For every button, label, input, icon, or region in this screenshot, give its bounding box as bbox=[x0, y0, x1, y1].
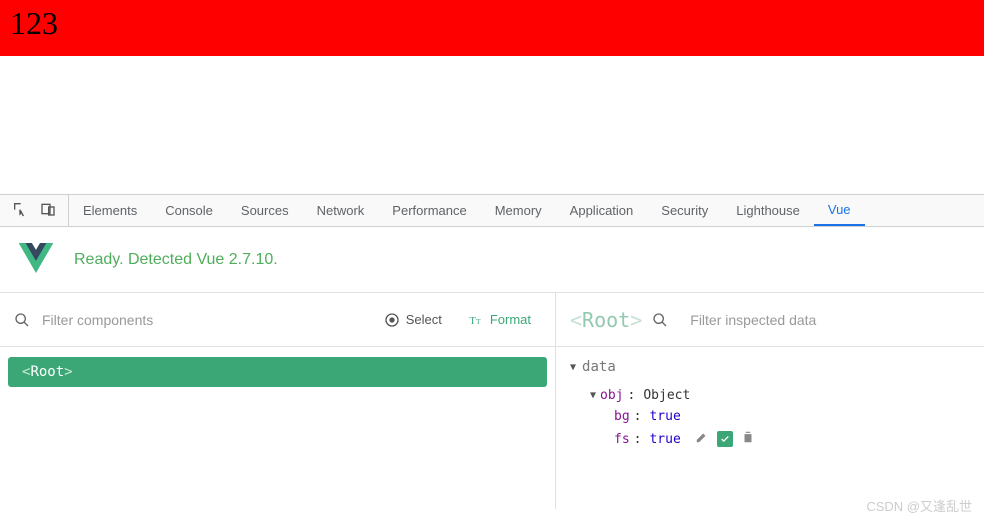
tab-vue[interactable]: Vue bbox=[814, 195, 865, 226]
inspect-icon[interactable] bbox=[12, 201, 28, 220]
select-label: Select bbox=[406, 312, 442, 327]
tab-sources[interactable]: Sources bbox=[227, 195, 303, 226]
devtools-tab-bar: Elements Console Sources Network Perform… bbox=[0, 195, 984, 227]
format-button[interactable]: TT Format bbox=[458, 308, 541, 332]
inspector-toolbar: <Root> bbox=[556, 293, 984, 347]
svg-text:T: T bbox=[476, 317, 481, 326]
page-render: 123 bbox=[0, 0, 984, 56]
tab-lighthouse[interactable]: Lighthouse bbox=[722, 195, 814, 226]
filter-components-input[interactable] bbox=[42, 312, 374, 328]
app-content: 123 bbox=[10, 5, 58, 41]
tab-console[interactable]: Console bbox=[151, 195, 227, 226]
tab-security[interactable]: Security bbox=[647, 195, 722, 226]
data-section: ▼ data ▼ obj: Object bg: true fs: true bbox=[556, 347, 984, 463]
tab-elements[interactable]: Elements bbox=[69, 195, 151, 226]
svg-text:T: T bbox=[469, 316, 476, 327]
devtools-panel: Elements Console Sources Network Perform… bbox=[0, 194, 984, 509]
check-icon[interactable] bbox=[717, 431, 733, 447]
data-row-bg[interactable]: bg: true bbox=[570, 406, 970, 427]
search-icon bbox=[652, 312, 668, 328]
component-tree: <Root> bbox=[0, 347, 555, 397]
tab-icons bbox=[0, 195, 69, 226]
components-toolbar: Select TT Format bbox=[0, 293, 555, 347]
caret-down-icon: ▼ bbox=[590, 390, 596, 401]
search-icon bbox=[14, 312, 30, 328]
tab-performance[interactable]: Performance bbox=[378, 195, 480, 226]
select-button[interactable]: Select bbox=[374, 308, 452, 332]
components-panel: Select TT Format <Root> bbox=[0, 293, 556, 509]
delete-icon[interactable] bbox=[741, 430, 755, 448]
vue-logo-icon bbox=[18, 243, 54, 276]
tab-application[interactable]: Application bbox=[556, 195, 648, 226]
data-header[interactable]: ▼ data bbox=[570, 359, 970, 375]
watermark: CSDN @又逢乱世 bbox=[866, 496, 972, 515]
inspector-panel: <Root> ▼ data ▼ obj: Object bg: t bbox=[556, 293, 984, 509]
main-area: Select TT Format <Root> <Root> bbox=[0, 293, 984, 509]
data-row-fs[interactable]: fs: true bbox=[570, 427, 970, 451]
data-row-obj[interactable]: ▼ obj: Object bbox=[570, 385, 970, 406]
tree-node-root[interactable]: <Root> bbox=[8, 357, 547, 387]
device-icon[interactable] bbox=[40, 201, 56, 220]
edit-icon[interactable] bbox=[695, 430, 709, 448]
filter-data-input[interactable] bbox=[690, 312, 970, 328]
tab-memory[interactable]: Memory bbox=[481, 195, 556, 226]
spacer bbox=[0, 56, 984, 194]
format-label: Format bbox=[490, 312, 531, 327]
caret-down-icon: ▼ bbox=[570, 362, 576, 373]
tabs: Elements Console Sources Network Perform… bbox=[69, 195, 984, 226]
tab-network[interactable]: Network bbox=[303, 195, 379, 226]
status-message: Ready. Detected Vue 2.7.10. bbox=[74, 251, 278, 269]
status-bar: Ready. Detected Vue 2.7.10. bbox=[0, 227, 984, 293]
inspected-component: <Root> bbox=[570, 308, 642, 332]
